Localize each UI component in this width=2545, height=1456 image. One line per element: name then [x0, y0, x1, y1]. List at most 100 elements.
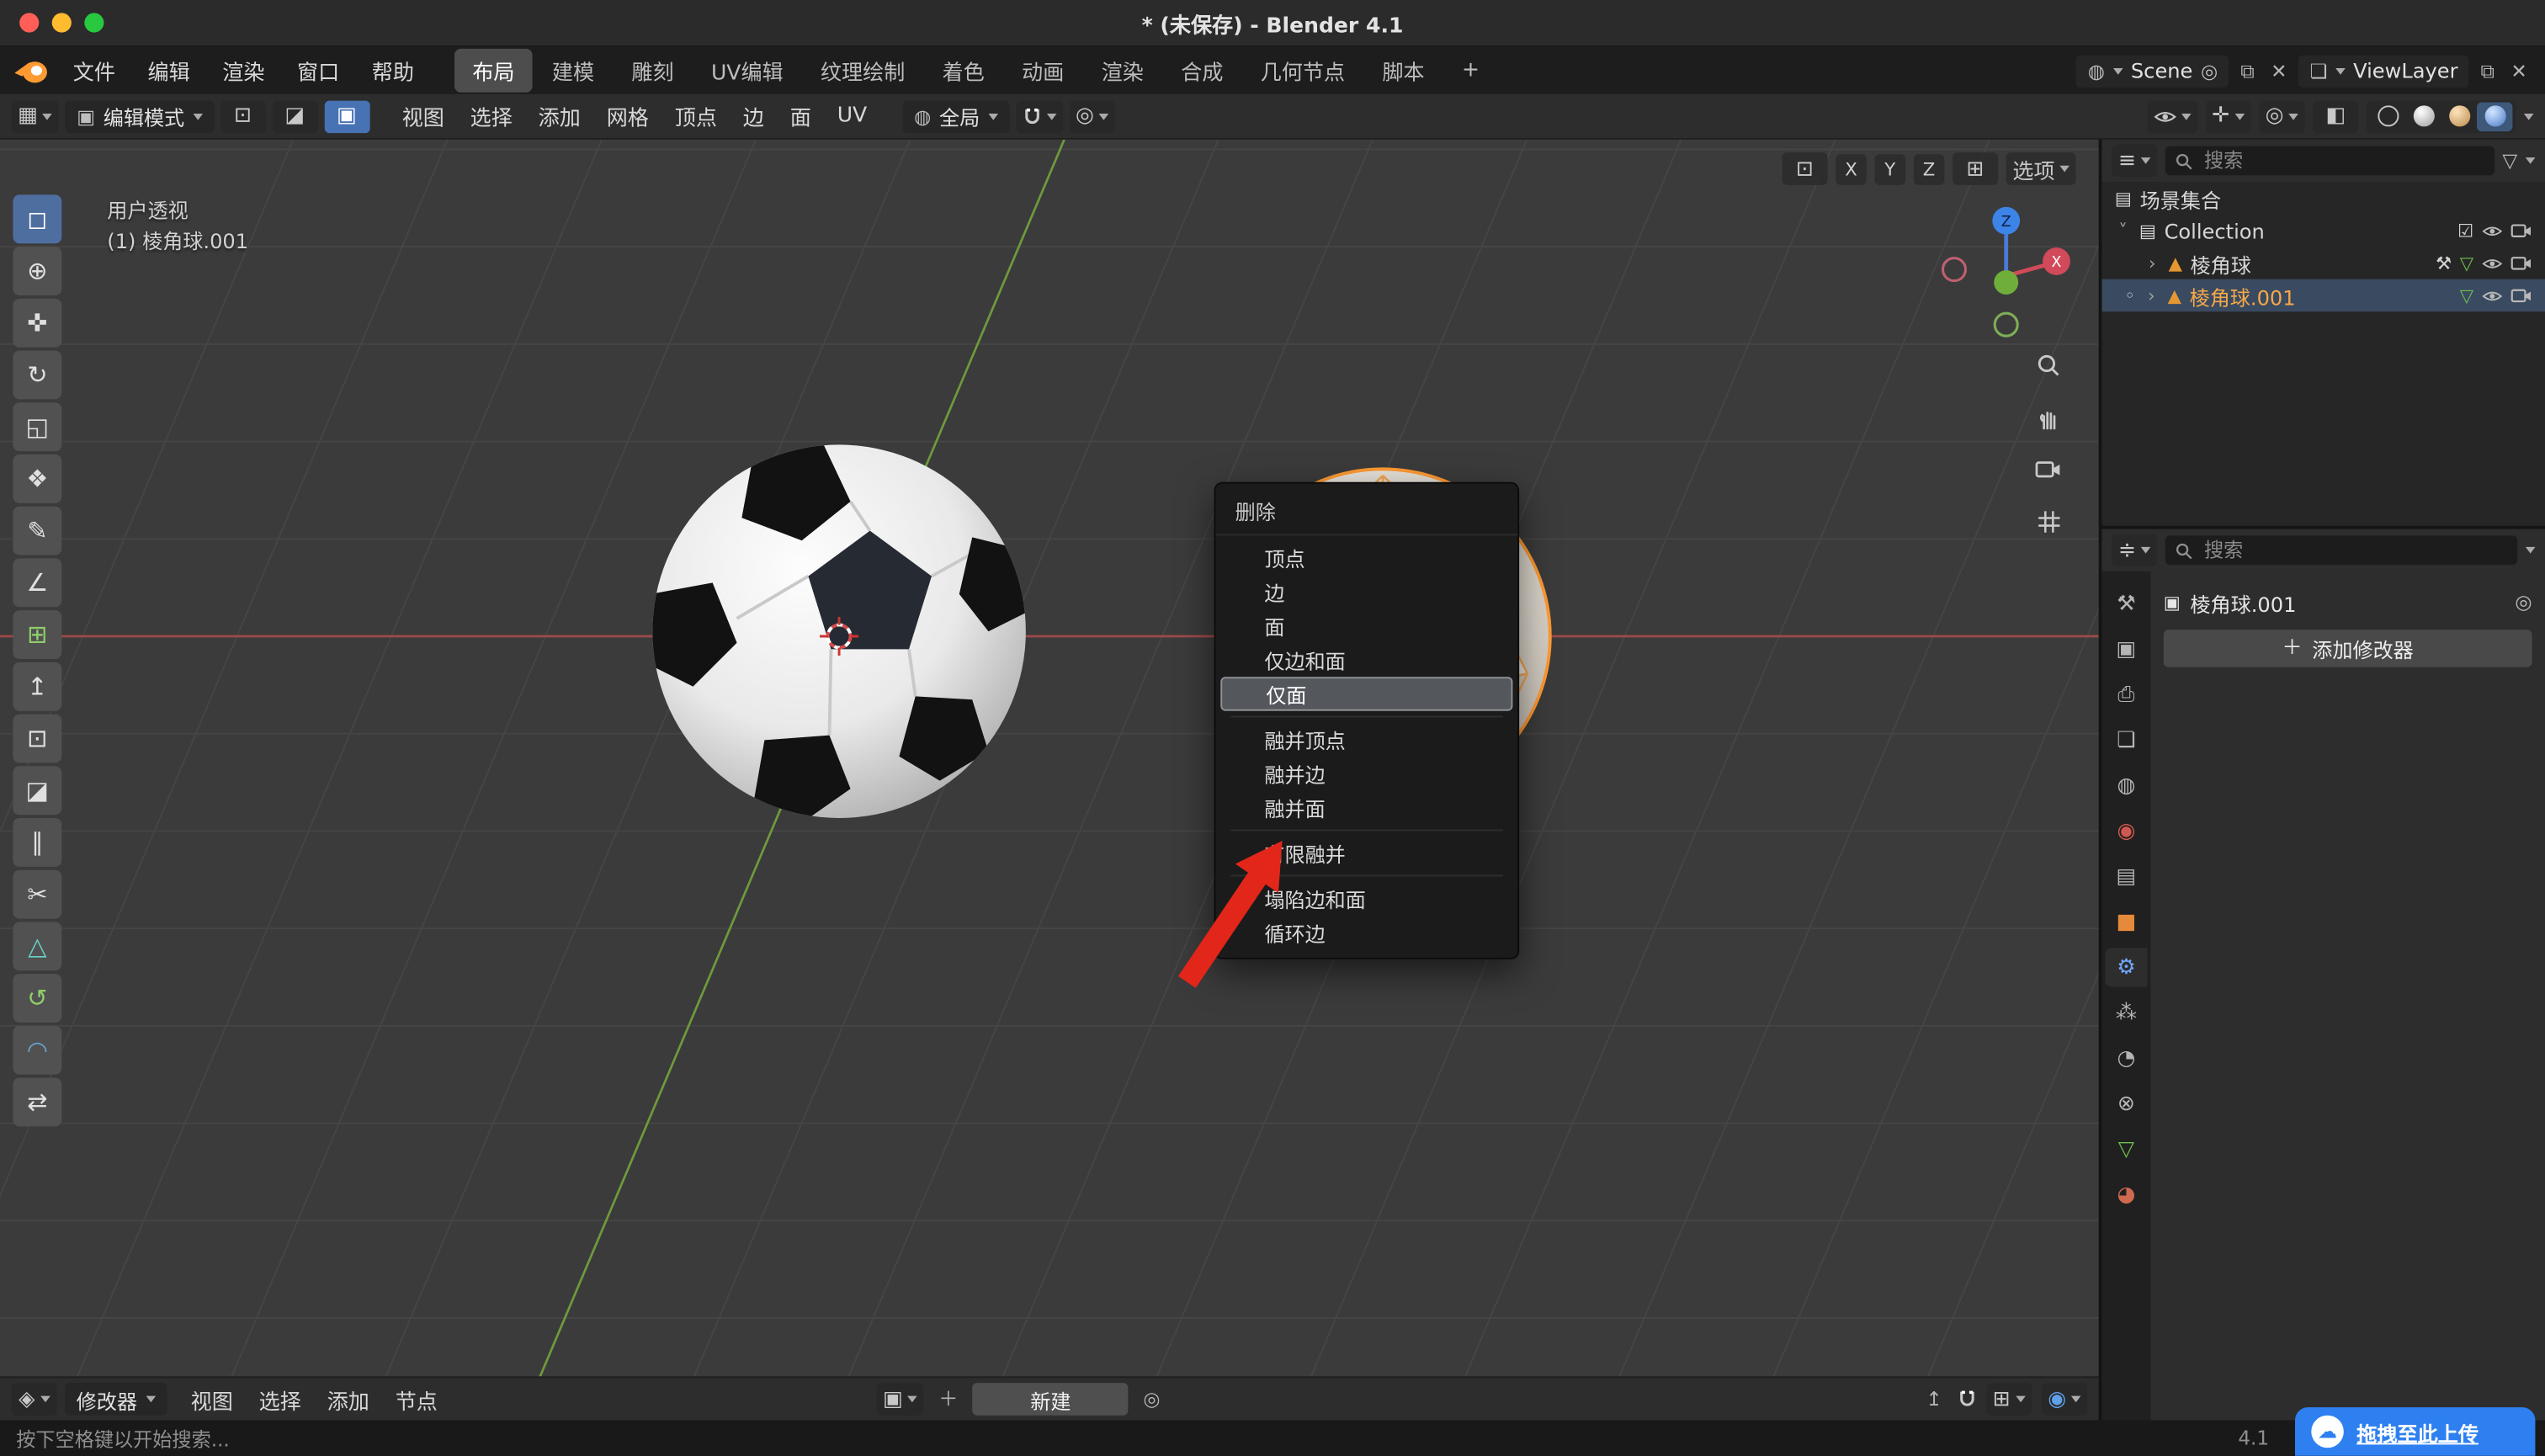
mode-selector[interactable]: ▣ 编辑模式 — [66, 100, 214, 133]
axis-x-button[interactable]: X — [1836, 153, 1867, 184]
add-modifier-button[interactable]: ＋ 添加修改器 — [2164, 630, 2532, 667]
camera-icon[interactable] — [2510, 222, 2532, 238]
menu-item-dissolve-vertices[interactable]: 融并顶点 — [1215, 722, 1517, 756]
eye-icon[interactable] — [2482, 288, 2503, 302]
checkbox-icon[interactable]: ☑ — [2457, 221, 2473, 239]
proportional-edit-button[interactable]: ◎ — [1069, 100, 1115, 133]
add-workspace-button[interactable]: + — [1444, 52, 1497, 89]
collapse-icon[interactable]: › — [2144, 286, 2160, 304]
axis-y-button[interactable]: Y — [1874, 153, 1905, 184]
viewlayer-selector[interactable]: ❏ ViewLayer — [2298, 55, 2469, 88]
node-editor-type-button[interactable]: ◈ — [11, 1383, 56, 1416]
menu-view[interactable]: 视图 — [389, 96, 457, 136]
camera-view-button[interactable] — [2031, 451, 2066, 486]
tool-scale[interactable]: ◱ — [13, 402, 61, 451]
tab-collection[interactable]: ▤ — [2105, 857, 2147, 895]
camera-icon[interactable] — [2510, 255, 2532, 271]
tab-texture-paint[interactable]: 纹理绘制 — [803, 49, 923, 93]
outliner-row-scene-collection[interactable]: ▤ 场景集合 — [2101, 182, 2544, 215]
collapse-icon[interactable]: › — [2144, 254, 2160, 272]
properties-editor-type-button[interactable]: ≑ — [2112, 534, 2157, 566]
editor-type-button[interactable]: ▦ — [11, 100, 59, 133]
tab-layout[interactable]: 布局 — [454, 49, 533, 93]
menu-window[interactable]: 窗口 — [283, 50, 354, 91]
menu-add[interactable]: 添加 — [525, 96, 593, 136]
viewport-3d[interactable]: ◻ ⊕ ✜ ↻ ◱ ❖ ✎ ∠ ⊞ ↥ ⊡ ◪ ∥ ✂ △ ↺ ◠ — [0, 140, 2099, 1377]
pin-icon[interactable]: ◎ — [1139, 1386, 1166, 1412]
tool-edge-slide[interactable]: ⇄ — [13, 1078, 61, 1127]
navigation-gizmo[interactable]: Z X — [1933, 198, 2080, 344]
tool-extrude-region[interactable]: ↥ — [13, 662, 61, 711]
toggle-ortho-button[interactable] — [2031, 503, 2066, 539]
tool-inset-faces[interactable]: ⊡ — [13, 715, 61, 763]
filter-icon[interactable]: ▽ — [2502, 151, 2517, 170]
outliner-editor-type-button[interactable]: ≡ — [2112, 145, 2157, 178]
menu-uv[interactable]: UV — [824, 99, 879, 133]
transform-snap-button[interactable]: ⊞ — [1953, 152, 1998, 185]
menu-item-only-faces[interactable]: 仅面 — [1220, 677, 1512, 711]
menu-help[interactable]: 帮助 — [357, 50, 428, 91]
tab-view-layer[interactable]: ❏ — [2105, 720, 2147, 759]
menu-edit[interactable]: 编辑 — [133, 50, 205, 91]
tool-spin[interactable]: ↺ — [13, 974, 61, 1023]
shading-rendered-button[interactable] — [2477, 102, 2512, 131]
new-viewlayer-button[interactable]: ⧉ — [2476, 57, 2500, 83]
edge-select-button[interactable]: ◪ — [272, 100, 317, 133]
tab-constraints[interactable]: ⊗ — [2105, 1084, 2147, 1123]
tab-rendering[interactable]: 渲染 — [1084, 49, 1162, 93]
xray-toggle-button[interactable]: ◧ — [2313, 100, 2358, 133]
gizmos-dropdown-button[interactable]: ✛ — [2205, 100, 2250, 133]
outliner-row-icosphere[interactable]: › ▲ 棱角球 ⚒ ▽ — [2101, 247, 2544, 279]
upload-overlay-button[interactable]: ☁ 拖拽至此上传 — [2295, 1407, 2535, 1456]
menu-item-edges[interactable]: 边 — [1215, 575, 1517, 609]
expand-icon[interactable]: ˅ — [2115, 221, 2131, 239]
tab-output[interactable]: ⎙ — [2105, 675, 2147, 714]
node-overlay-toggle[interactable]: ◉ — [2041, 1383, 2087, 1416]
menu-item-dissolve-edges[interactable]: 融并边 — [1215, 757, 1517, 791]
tool-cursor[interactable]: ⊕ — [13, 247, 61, 295]
outliner-search[interactable] — [2165, 146, 2495, 176]
parent-node-icon[interactable]: ↥ — [1921, 1386, 1947, 1412]
shading-material-button[interactable] — [2441, 102, 2477, 131]
tool-measure[interactable]: ∠ — [13, 558, 61, 607]
tool-rotate[interactable]: ↻ — [13, 351, 61, 400]
outliner-row-collection[interactable]: ˅ ▤ Collection ☑ — [2101, 215, 2544, 247]
transform-orientation-selector[interactable]: ◍ 全局 — [903, 100, 1009, 133]
add-node-group-icon[interactable]: ＋ — [934, 1386, 964, 1412]
node-snap-selector[interactable]: ⊞ — [1986, 1383, 2032, 1416]
eye-icon[interactable] — [2482, 223, 2503, 237]
tab-scripting[interactable]: 脚本 — [1364, 49, 1443, 93]
tab-render[interactable]: ▣ — [2105, 630, 2147, 668]
delete-viewlayer-button[interactable]: ✕ — [2506, 57, 2532, 83]
node-menu-select[interactable]: 选择 — [246, 1379, 314, 1419]
viewport-options-button[interactable]: 选项 — [2006, 152, 2076, 185]
node-menu-view[interactable]: 视图 — [178, 1379, 246, 1419]
node-menu-add[interactable]: 添加 — [314, 1379, 382, 1419]
pivot-point-button[interactable]: ⊡ — [1783, 152, 1828, 185]
overlays-dropdown-button[interactable]: ◎ — [2259, 100, 2305, 133]
pin-icon[interactable]: ◎ — [2515, 592, 2532, 612]
tab-particles[interactable]: ⁂ — [2105, 993, 2147, 1032]
menu-face[interactable]: 面 — [777, 96, 824, 136]
tab-material[interactable]: ◕ — [2105, 1175, 2147, 1214]
menu-vertex[interactable]: 顶点 — [661, 96, 730, 136]
node-tree-type-selector[interactable]: 修改器 — [65, 1383, 167, 1416]
axis-z-button[interactable]: Z — [1914, 153, 1945, 184]
tool-move[interactable]: ✜ — [13, 299, 61, 348]
pin-icon[interactable]: ◎ — [2201, 61, 2218, 80]
shading-solid-button[interactable] — [2405, 102, 2441, 131]
pan-button[interactable] — [2031, 399, 2066, 434]
menu-edge[interactable]: 边 — [730, 96, 777, 136]
eye-icon[interactable] — [2482, 256, 2503, 270]
tool-knife[interactable]: ✂ — [13, 870, 61, 919]
new-scene-button[interactable]: ⧉ — [2235, 57, 2259, 83]
tab-scene[interactable]: ◍ — [2105, 766, 2147, 805]
new-node-tree-button[interactable]: 新建 — [973, 1383, 1129, 1416]
menu-item-vertices[interactable]: 顶点 — [1215, 540, 1517, 575]
tab-object-data[interactable]: ▽ — [2105, 1129, 2147, 1168]
shading-wireframe-button[interactable] — [2370, 102, 2405, 131]
menu-item-only-edges-faces[interactable]: 仅边和面 — [1215, 643, 1517, 678]
properties-search-input[interactable] — [2201, 537, 2507, 563]
magnet-icon[interactable] — [1957, 1390, 1976, 1409]
menu-file[interactable]: 文件 — [58, 50, 130, 91]
